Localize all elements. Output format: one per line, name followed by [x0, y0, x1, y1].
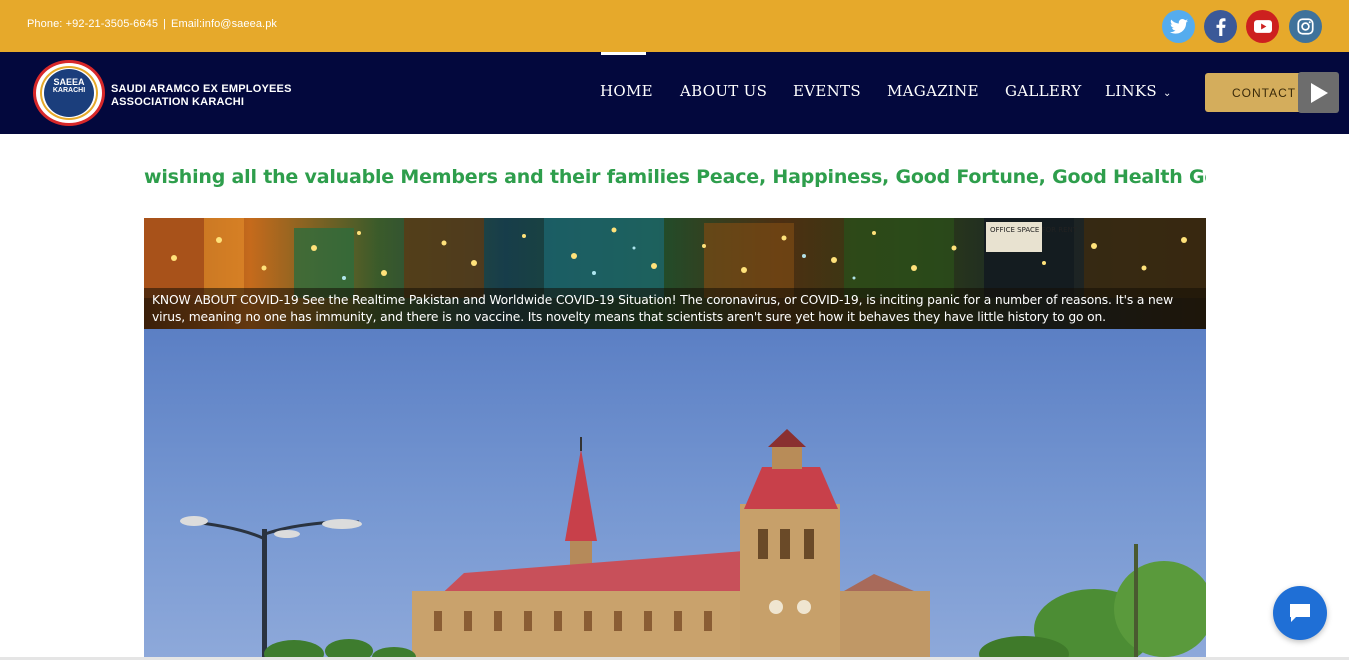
nav-magazine[interactable]: MAGAZINE [887, 82, 979, 100]
clock-tower [740, 429, 840, 660]
contact-info: Phone: +92-21-3505-6645 | Email:info@saeea… [27, 18, 277, 30]
site-name-line2: ASSOCIATION KARACHI [111, 96, 245, 108]
nav-gallery[interactable]: GALLERY [1005, 82, 1082, 100]
facebook-icon[interactable] [1204, 10, 1237, 43]
nav-links-label: LINKS [1105, 82, 1157, 100]
nav-about-us[interactable]: ABOUT US [680, 82, 767, 100]
covid-banner[interactable]: OFFICE SPACE FOR RENT KNOW ABOUT COVID-1… [144, 218, 1206, 329]
nav-active-indicator [601, 52, 646, 55]
twitter-icon[interactable] [1162, 10, 1195, 43]
top-bar: Phone: +92-21-3505-6645 | Email:info@saeea… [0, 0, 1349, 52]
covid-caption-text: KNOW ABOUT COVID-19 See the Realtime Pak… [152, 293, 1173, 324]
frere-hall-illustration [180, 429, 1206, 660]
street-lamp [180, 516, 362, 660]
site-name[interactable]: SAUDI ARAMCO EX EMPLOYEES ASSOCIATION KA… [111, 83, 292, 109]
instagram-icon[interactable] [1289, 10, 1322, 43]
nav-events[interactable]: EVENTS [793, 82, 861, 100]
logo-text-karachi: KARACHI [52, 87, 86, 94]
nav-links[interactable]: LINKS ⌄ [1105, 82, 1172, 100]
contact-button-label: CONTACT [1232, 86, 1297, 100]
chat-icon [1290, 604, 1310, 622]
phone-text: Phone: +92-21-3505-6645 [27, 18, 159, 30]
banner-caption: KNOW ABOUT COVID-19 See the Realtime Pak… [144, 288, 1206, 329]
play-icon [1310, 82, 1328, 103]
play-button[interactable] [1298, 72, 1339, 113]
marquee-text: wishing all the valuable Members and the… [144, 166, 1206, 188]
youtube-icon[interactable] [1246, 10, 1279, 43]
email-link[interactable]: Email:info@saeea.pk [171, 18, 277, 30]
greeting-marquee: wishing all the valuable Members and the… [144, 166, 1206, 192]
site-name-line1: SAUDI ARAMCO EX EMPLOYEES [111, 83, 292, 95]
contact-separator: | [163, 18, 167, 30]
office-space-sign-text: OFFICE SPACE FOR RENT [990, 226, 1078, 234]
church-spire [565, 437, 597, 579]
logo-text-saeea: SAEEA [53, 77, 85, 87]
refinery-lights-image: OFFICE SPACE FOR RENT [144, 218, 1206, 298]
chevron-down-icon: ⌄ [1163, 88, 1172, 99]
site-logo[interactable]: SAEEA KARACHI [33, 60, 105, 126]
nav-home[interactable]: HOME [600, 82, 653, 100]
chat-button[interactable] [1273, 586, 1327, 640]
hero-image [144, 329, 1206, 660]
main-navbar: SAEEA KARACHI SAUDI ARAMCO EX EMPLOYEES … [0, 52, 1349, 134]
